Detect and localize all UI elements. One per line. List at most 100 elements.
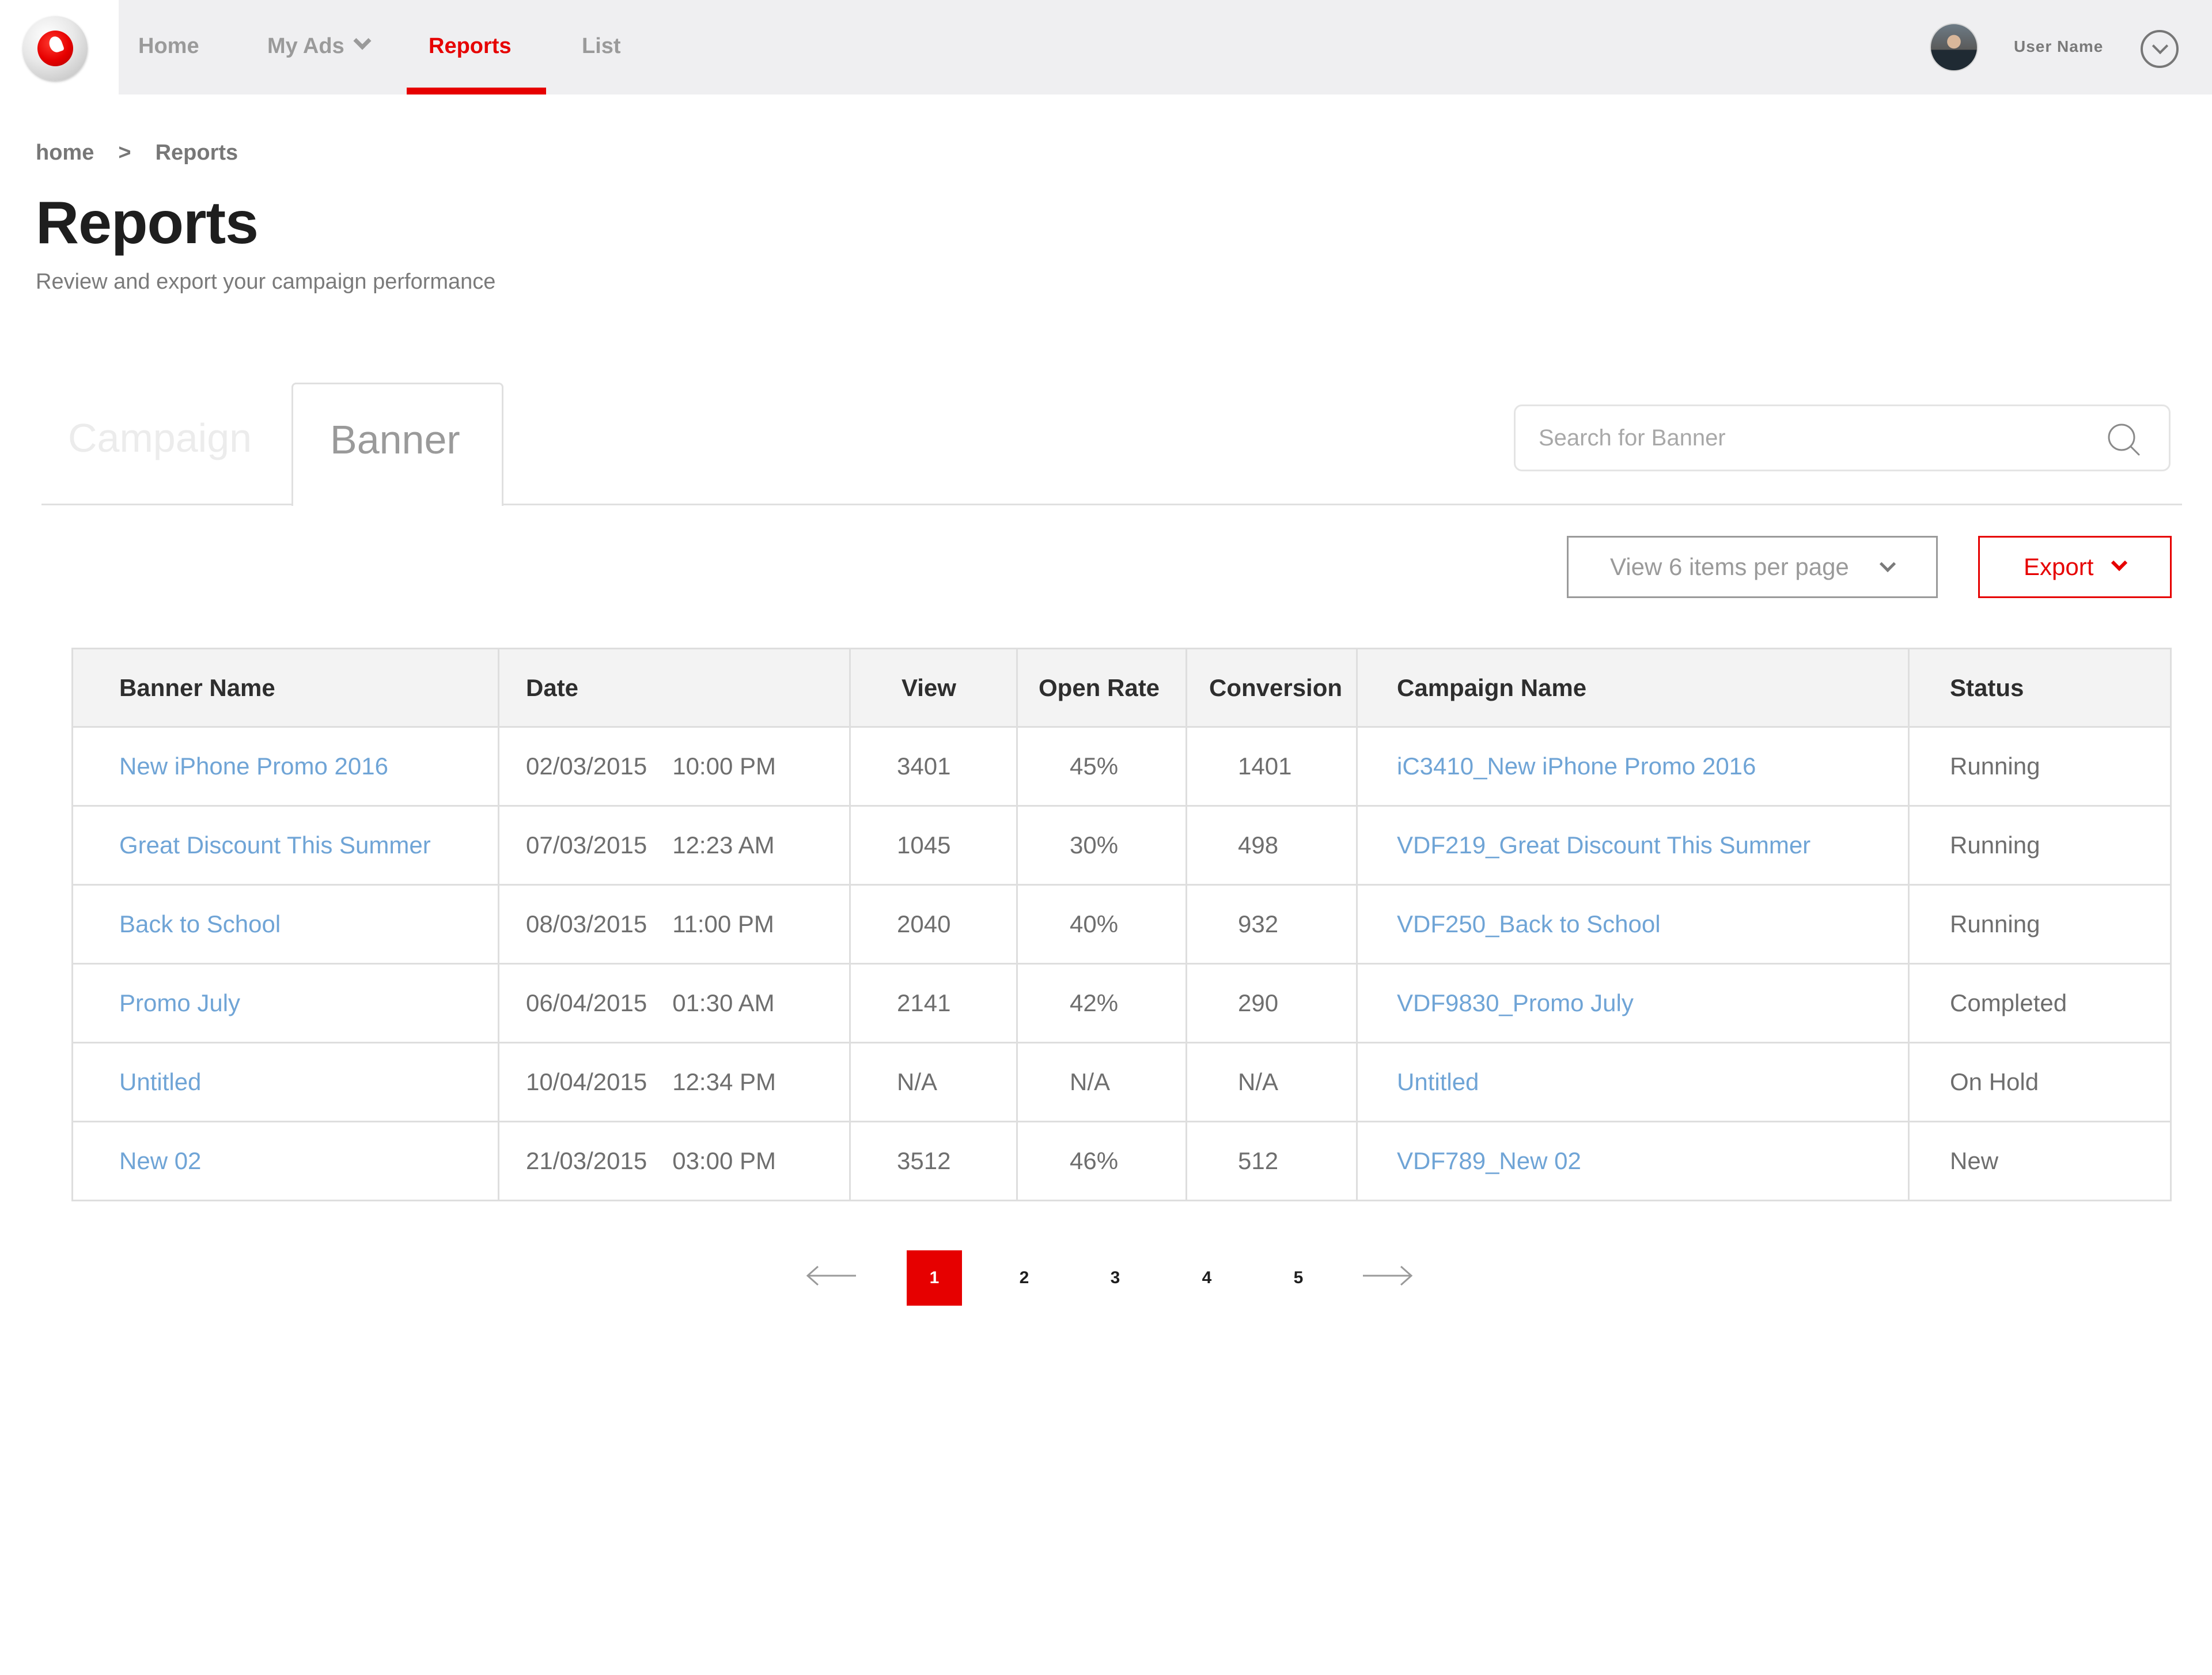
status-cell: Running: [1908, 805, 2172, 886]
nav-home[interactable]: Home: [138, 0, 199, 94]
time-value: 11:00 PM: [672, 910, 774, 937]
campaign-name-link[interactable]: Untitled: [1356, 1042, 1910, 1122]
top-navigation-bar: Home My Ads Reports List User Name: [0, 0, 2212, 94]
page-2-button[interactable]: 2: [997, 1250, 1052, 1306]
date-value: 08/03/2015: [526, 910, 647, 937]
table-row: Great Discount This Summer 07/03/2015 12:…: [71, 805, 2172, 886]
breadcrumb-separator: >: [118, 141, 131, 165]
breadcrumb: home > Reports: [36, 141, 238, 165]
banner-name-link[interactable]: Untitled: [71, 1042, 499, 1122]
campaign-name-link[interactable]: VDF219_Great Discount This Summer: [1356, 805, 1910, 886]
nav-list[interactable]: List: [582, 0, 621, 94]
header-open-rate[interactable]: Open Rate: [1016, 648, 1187, 728]
date-cell: 10/04/2015 12:34 PM: [498, 1042, 851, 1122]
breadcrumb-current: Reports: [155, 141, 238, 165]
table-row: New 02 21/03/2015 03:00 PM 3512 46% 512 V…: [71, 1121, 2172, 1201]
time-value: 10:00 PM: [672, 753, 776, 780]
header-status[interactable]: Status: [1908, 648, 2172, 728]
date-cell: 02/03/2015 10:00 PM: [498, 726, 851, 807]
conversion-cell: 498: [1185, 805, 1358, 886]
page-3-button[interactable]: 3: [1088, 1250, 1143, 1306]
logo-cell: [0, 0, 119, 94]
status-cell: On Hold: [1908, 1042, 2172, 1122]
date-cell: 08/03/2015 11:00 PM: [498, 884, 851, 965]
status-cell: Completed: [1908, 963, 2172, 1043]
tab-banner-label: Banner: [330, 417, 460, 462]
user-name[interactable]: User Name: [2014, 0, 2103, 94]
arrow-left-icon[interactable]: [805, 1264, 857, 1287]
logo-red-disc: [37, 31, 73, 66]
status-cell: New: [1908, 1121, 2172, 1201]
nav-my-ads-label: My Ads: [267, 34, 344, 58]
breadcrumb-home[interactable]: home: [36, 141, 94, 165]
time-value: 12:23 AM: [672, 831, 775, 859]
chevron-down-icon: [1879, 555, 1896, 573]
page-title: Reports: [36, 190, 259, 256]
items-per-page-select[interactable]: View 6 items per page: [1567, 536, 1938, 598]
open-rate-cell: 46%: [1016, 1121, 1187, 1201]
banner-name-link[interactable]: Back to School: [71, 884, 499, 965]
nav-my-ads[interactable]: My Ads: [267, 0, 372, 94]
header-banner-name[interactable]: Banner Name: [71, 648, 499, 728]
nav-reports[interactable]: Reports: [407, 0, 546, 94]
banner-name-link[interactable]: New 02: [71, 1121, 499, 1201]
export-button[interactable]: Export: [1978, 536, 2172, 598]
tab-banner[interactable]: Banner: [291, 383, 503, 506]
table-header-row: Banner Name Date View Open Rate Conversi…: [71, 648, 2172, 728]
view-cell: 2040: [849, 884, 1018, 965]
date-value: 10/04/2015: [526, 1068, 647, 1095]
table-row: Back to School 08/03/2015 11:00 PM 2040 4…: [71, 884, 2172, 965]
banner-name-link[interactable]: New iPhone Promo 2016: [71, 726, 499, 807]
view-cell: 3512: [849, 1121, 1018, 1201]
date-cell: 06/04/2015 01:30 AM: [498, 963, 851, 1043]
page-1-button[interactable]: 1: [907, 1250, 962, 1306]
page-4-button[interactable]: 4: [1179, 1250, 1234, 1306]
conversion-cell: 932: [1185, 884, 1358, 965]
view-cell: 3401: [849, 726, 1018, 807]
search-icon[interactable]: [2107, 422, 2141, 457]
open-rate-cell: N/A: [1016, 1042, 1187, 1122]
tab-campaign[interactable]: Campaign: [68, 415, 252, 461]
page-5-button[interactable]: 5: [1271, 1250, 1326, 1306]
view-cell: 2141: [849, 963, 1018, 1043]
header-campaign-name[interactable]: Campaign Name: [1356, 648, 1910, 728]
banner-name-link[interactable]: Promo July: [71, 963, 499, 1043]
open-rate-cell: 45%: [1016, 726, 1187, 807]
table-row: New iPhone Promo 2016 02/03/2015 10:00 PM…: [71, 726, 2172, 807]
header-conversion[interactable]: Conversion: [1185, 648, 1358, 728]
view-cell: N/A: [849, 1042, 1018, 1122]
page-subtitle: Review and export your campaign performa…: [36, 270, 496, 294]
campaign-name-link[interactable]: VDF789_New 02: [1356, 1121, 1910, 1201]
chevron-down-icon: [2111, 554, 2128, 572]
date-value: 06/04/2015: [526, 989, 647, 1016]
time-value: 12:34 PM: [672, 1068, 776, 1095]
date-cell: 21/03/2015 03:00 PM: [498, 1121, 851, 1201]
open-rate-cell: 42%: [1016, 963, 1187, 1043]
header-date[interactable]: Date: [498, 648, 851, 728]
campaign-name-link[interactable]: iC3410_New iPhone Promo 2016: [1356, 726, 1910, 807]
time-value: 01:30 AM: [672, 989, 775, 1016]
search-box: [1514, 404, 2171, 471]
campaign-name-link[interactable]: VDF9830_Promo July: [1356, 963, 1910, 1043]
time-value: 03:00 PM: [672, 1147, 776, 1174]
date-value: 02/03/2015: [526, 753, 647, 780]
chevron-down-circle-icon[interactable]: [2141, 30, 2179, 68]
status-cell: Running: [1908, 726, 2172, 807]
view-cell: 1045: [849, 805, 1018, 886]
conversion-cell: 1401: [1185, 726, 1358, 807]
conversion-cell: 290: [1185, 963, 1358, 1043]
table-row: Promo July 06/04/2015 01:30 AM 2141 42% 2…: [71, 963, 2172, 1043]
date-value: 07/03/2015: [526, 831, 647, 859]
header-view[interactable]: View: [849, 648, 1018, 728]
items-per-page-label: View 6 items per page: [1610, 553, 1849, 580]
vodafone-logo-icon[interactable]: [23, 16, 88, 81]
reports-table: Banner Name Date View Open Rate Conversi…: [71, 648, 2172, 1201]
date-cell: 07/03/2015 12:23 AM: [498, 805, 851, 886]
conversion-cell: 512: [1185, 1121, 1358, 1201]
campaign-name-link[interactable]: VDF250_Back to School: [1356, 884, 1910, 965]
search-input[interactable]: [1539, 406, 2092, 470]
avatar[interactable]: [1930, 23, 1978, 71]
banner-name-link[interactable]: Great Discount This Summer: [71, 805, 499, 886]
arrow-right-icon[interactable]: [1362, 1264, 1414, 1287]
conversion-cell: N/A: [1185, 1042, 1358, 1122]
